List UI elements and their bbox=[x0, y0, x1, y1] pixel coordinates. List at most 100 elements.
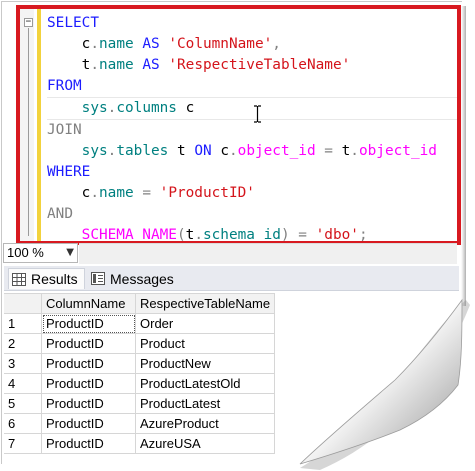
messages-icon bbox=[91, 272, 105, 285]
code-token: tables bbox=[116, 143, 177, 159]
cell-columnname[interactable]: ProductID bbox=[41, 433, 136, 454]
cell-respectivetablename[interactable]: ProductLatest bbox=[134, 393, 276, 414]
code-line[interactable]: AND bbox=[47, 204, 457, 225]
row-number[interactable]: 2 bbox=[4, 333, 42, 354]
code-token: . bbox=[90, 57, 99, 73]
code-area[interactable]: SELECT c.name AS 'ColumnName', t.name AS… bbox=[47, 13, 457, 243]
table-row[interactable]: 4 ProductID ProductLatestOld bbox=[4, 373, 276, 394]
code-token: sys bbox=[47, 100, 108, 116]
text-cursor-icon bbox=[254, 105, 261, 123]
cell-respectivetablename[interactable]: AzureUSA bbox=[134, 433, 276, 454]
cell-columnname[interactable]: ProductID bbox=[41, 333, 136, 354]
code-token: c bbox=[47, 36, 91, 52]
code-token: ON bbox=[194, 143, 221, 159]
code-line[interactable]: SCHEMA_NAME(t.schema_id) = 'dbo'; bbox=[47, 225, 457, 243]
code-token: , bbox=[272, 36, 281, 52]
tab-messages-label: Messages bbox=[110, 270, 174, 287]
results-tabs: Results Messages bbox=[4, 266, 459, 291]
code-token: . bbox=[90, 185, 99, 201]
cell-respectivetablename[interactable]: ProductLatestOld bbox=[134, 373, 276, 394]
tab-results[interactable]: Results bbox=[8, 268, 85, 289]
cell-columnname[interactable]: ProductID bbox=[41, 353, 136, 374]
zoom-select[interactable]: 100 % ▼ bbox=[3, 243, 78, 263]
code-token: AND bbox=[47, 206, 73, 222]
code-line[interactable]: t.name AS 'RespectiveTableName' bbox=[47, 55, 457, 76]
column-header-respectivetablename[interactable]: RespectiveTableName bbox=[134, 293, 276, 314]
fold-line bbox=[28, 28, 29, 236]
code-token: ; bbox=[358, 227, 368, 243]
code-line[interactable]: sys.columns c bbox=[47, 97, 457, 120]
code-line[interactable]: sys.tables t ON c.object_id = t.object_i… bbox=[47, 141, 457, 162]
code-token: t bbox=[341, 143, 351, 159]
code-token: AS bbox=[142, 57, 169, 73]
cell-respectivetablename[interactable]: Product bbox=[134, 333, 276, 354]
code-token: AS bbox=[142, 36, 169, 52]
chevron-down-icon[interactable]: ▼ bbox=[66, 244, 74, 262]
code-token: 'ProductID' bbox=[159, 185, 255, 201]
code-token: 'dbo' bbox=[315, 227, 359, 243]
row-number[interactable]: 4 bbox=[4, 373, 42, 394]
code-token: sys bbox=[47, 143, 108, 159]
row-number[interactable]: 7 bbox=[4, 433, 42, 454]
cell-columnname[interactable]: ProductID bbox=[41, 313, 136, 334]
horizontal-scrollbar[interactable] bbox=[79, 243, 457, 264]
row-number[interactable]: 6 bbox=[4, 413, 42, 434]
row-number-header[interactable] bbox=[4, 293, 42, 314]
query-editor[interactable]: − SELECT c.name AS 'ColumnName', t.name … bbox=[16, 5, 461, 245]
code-token: t bbox=[176, 143, 195, 159]
screenshot-sheet: − SELECT c.name AS 'ColumnName', t.name … bbox=[1, 1, 464, 464]
code-token: schema_id bbox=[202, 227, 281, 243]
table-row[interactable]: 5 ProductID ProductLatest bbox=[4, 393, 276, 414]
code-token: = bbox=[324, 143, 342, 159]
row-number[interactable]: 3 bbox=[4, 353, 42, 374]
cell-respectivetablename[interactable]: AzureProduct bbox=[134, 413, 276, 434]
tab-results-label: Results bbox=[31, 271, 78, 287]
cell-columnname[interactable]: ProductID bbox=[41, 393, 136, 414]
row-number[interactable]: 1 bbox=[4, 313, 42, 334]
code-line[interactable]: WHERE bbox=[47, 162, 457, 183]
code-token: t bbox=[47, 57, 91, 73]
code-token: . bbox=[194, 227, 203, 243]
code-token: . bbox=[350, 143, 359, 159]
code-token: name bbox=[99, 36, 143, 52]
cell-respectivetablename[interactable]: ProductNew bbox=[134, 353, 276, 374]
table-row[interactable]: 7 ProductID AzureUSA bbox=[4, 433, 276, 454]
editor-gutter: − bbox=[20, 9, 34, 241]
tab-messages[interactable]: Messages bbox=[88, 268, 181, 289]
code-token: name bbox=[99, 185, 143, 201]
code-line[interactable]: c.name = 'ProductID' bbox=[47, 183, 457, 204]
table-row[interactable]: 3 ProductID ProductNew bbox=[4, 353, 276, 374]
code-token: JOIN bbox=[47, 122, 82, 138]
code-token: 'RespectiveTableName' bbox=[168, 57, 351, 73]
code-line[interactable]: SELECT bbox=[47, 13, 457, 34]
code-token: c bbox=[47, 185, 91, 201]
code-token: name bbox=[99, 57, 143, 73]
code-token: object_id bbox=[358, 143, 437, 159]
zoom-value: 100 % bbox=[7, 245, 44, 260]
results-grid[interactable]: ColumnName RespectiveTableName 1 ProductI… bbox=[4, 291, 464, 461]
code-token: = bbox=[142, 185, 160, 201]
code-token: WHERE bbox=[47, 164, 91, 180]
table-row[interactable]: 2 ProductID Product bbox=[4, 333, 276, 354]
code-token: . bbox=[228, 143, 238, 159]
table-row[interactable]: 6 ProductID AzureProduct bbox=[4, 413, 276, 434]
code-token: object_id bbox=[237, 143, 325, 159]
code-token: columns bbox=[116, 100, 186, 116]
cell-columnname[interactable]: ProductID bbox=[41, 413, 136, 434]
code-token: ) = bbox=[280, 227, 316, 243]
table-row[interactable]: 1 ProductID Order bbox=[4, 313, 276, 334]
code-token: . bbox=[90, 36, 99, 52]
header-row: ColumnName RespectiveTableName bbox=[4, 293, 276, 314]
code-token: c bbox=[185, 100, 195, 116]
code-line[interactable]: JOIN bbox=[47, 120, 457, 141]
column-header-columnname[interactable]: ColumnName bbox=[41, 293, 136, 314]
code-token: t bbox=[185, 227, 195, 243]
results-table[interactable]: ColumnName RespectiveTableName 1 ProductI… bbox=[4, 293, 276, 454]
code-line[interactable]: FROM bbox=[47, 76, 457, 97]
code-line[interactable]: c.name AS 'ColumnName', bbox=[47, 34, 457, 55]
cell-columnname[interactable]: ProductID bbox=[41, 373, 136, 394]
row-number[interactable]: 5 bbox=[4, 393, 42, 414]
page: − SELECT c.name AS 'ColumnName', t.name … bbox=[0, 0, 475, 471]
collapse-icon[interactable]: − bbox=[24, 18, 33, 27]
cell-respectivetablename[interactable]: Order bbox=[134, 313, 276, 334]
